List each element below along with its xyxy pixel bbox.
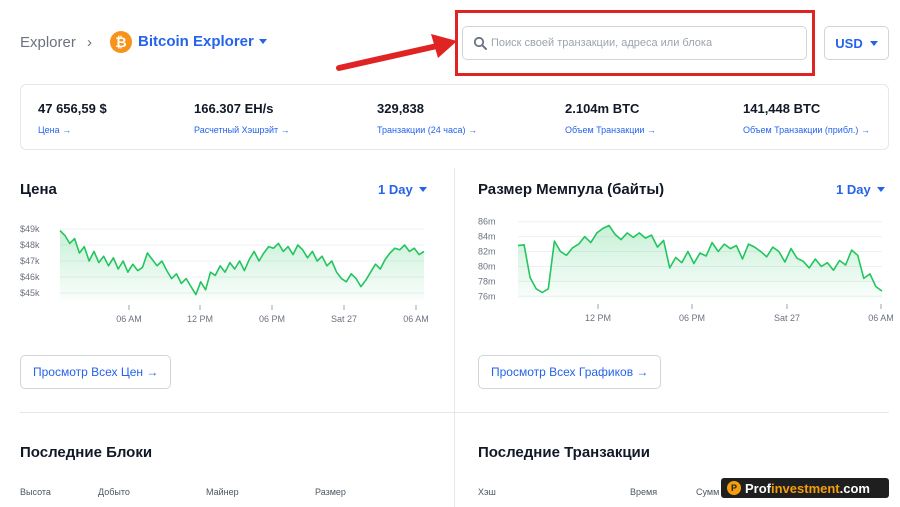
search-input[interactable] — [491, 27, 801, 59]
price-chart: $49k $48k $47k $46k $45k 06 AM 12 PM 06 PM Sat 2… — [20, 224, 429, 324]
x-tick-label: 12 PM — [187, 314, 213, 324]
red-arrow-annotation — [336, 34, 457, 71]
explorer-selector-label: Bitcoin Explorer — [138, 33, 254, 50]
x-tick-label: 06 PM — [679, 313, 705, 323]
column-header-mined: Добыто — [98, 487, 130, 497]
mempool-chart: 86m 84m 82m 80m 78m 76m 12 PM 06 PM Sat 27 06 AM — [478, 217, 894, 323]
y-tick-label: 78m — [478, 276, 496, 286]
watermark-part2: investment — [771, 480, 840, 496]
stat-link[interactable]: Объем Транзакции → — [565, 125, 656, 135]
stat-value: 329,838 — [377, 101, 424, 116]
stat-hashrate: 166.307 EH/s Расчетный Хэшрэйт → — [194, 101, 290, 135]
price-range-selector[interactable]: 1 Day — [378, 182, 427, 197]
stat-value: 166.307 EH/s — [194, 101, 274, 116]
stat-link[interactable]: Цена → — [38, 125, 107, 135]
mempool-range-selector[interactable]: 1 Day — [836, 182, 885, 197]
search-icon — [473, 36, 487, 50]
y-tick-label: 84m — [478, 232, 496, 242]
stat-price: 47 656,59 $ Цена → — [38, 101, 107, 135]
x-tick-label: 12 PM — [585, 313, 611, 323]
stat-value: 2.104m BTC — [565, 101, 640, 116]
stat-transactions: 329,838 Транзакции (24 часа) → — [377, 101, 477, 135]
currency-label: USD — [835, 35, 863, 51]
column-header-height: Высота — [20, 487, 51, 497]
stats-bar: 47 656,59 $ Цена → 166.307 EH/s Расчетны… — [20, 84, 889, 150]
watermark-logo-icon: P — [727, 481, 741, 495]
stat-volume-approx: 141,448 BTC Объем Транзакции (прибл.) → — [743, 101, 870, 135]
x-tick-label: 06 AM — [116, 314, 142, 324]
chevron-down-icon — [876, 187, 885, 192]
x-tick-label: Sat 27 — [774, 313, 800, 323]
watermark: P Profinvestment.com — [721, 478, 889, 498]
y-tick-label: 82m — [478, 247, 496, 257]
stat-value: 47 656,59 $ — [38, 101, 107, 116]
watermark-part3: .com — [839, 480, 870, 496]
x-tick-label: 06 AM — [403, 314, 429, 324]
y-tick-label: $48k — [20, 240, 40, 250]
latest-blocks-title: Последние Блоки — [20, 444, 153, 461]
y-tick-label: 80m — [478, 261, 496, 271]
header: Explorer › ₿ Bitcoin Explorer USD — [0, 0, 900, 84]
price-panel-title: Цена — [20, 181, 57, 198]
y-tick-label: $49k — [20, 224, 40, 234]
stat-link[interactable]: Расчетный Хэшрэйт → — [194, 125, 290, 135]
chevron-down-icon — [869, 40, 878, 46]
column-header-hash: Хэш — [478, 487, 496, 497]
column-header-size: Размер — [315, 487, 346, 497]
chevron-down-icon — [258, 39, 267, 44]
view-all-prices-button[interactable]: Просмотр Всех Цен → — [20, 355, 172, 389]
y-tick-label: $47k — [20, 256, 40, 266]
y-tick-label: $45k — [20, 288, 40, 298]
view-all-charts-button[interactable]: Просмотр Всех Графиков → — [478, 355, 662, 389]
y-tick-label: $46k — [20, 272, 40, 282]
explorer-selector[interactable]: Bitcoin Explorer — [138, 33, 267, 50]
y-tick-label: 86m — [478, 217, 496, 227]
currency-selector[interactable]: USD — [824, 26, 889, 60]
x-tick-label: 06 PM — [259, 314, 285, 324]
x-tick-label: Sat 27 — [331, 314, 357, 324]
price-range-label: 1 Day — [378, 182, 413, 197]
mempool-panel-title: Размер Мемпула (байты) — [478, 181, 665, 198]
latest-transactions-title: Последние Транзакции — [478, 444, 651, 461]
stat-value: 141,448 BTC — [743, 101, 821, 116]
x-tick-label: 06 AM — [868, 313, 894, 323]
watermark-text: Profinvestment.com — [745, 481, 870, 496]
chevron-down-icon — [418, 187, 427, 192]
stat-volume: 2.104m BTC Объем Транзакции → — [565, 101, 656, 135]
mempool-range-label: 1 Day — [836, 182, 871, 197]
bitcoin-logo-icon: ₿ — [110, 31, 132, 53]
stat-link[interactable]: Транзакции (24 часа) → — [377, 125, 477, 135]
breadcrumb-separator: › — [87, 34, 92, 51]
column-header-amount: Сумм — [696, 487, 720, 497]
breadcrumb-explorer[interactable]: Explorer — [20, 34, 76, 51]
panel-divider — [454, 168, 455, 507]
y-tick-label: 76m — [478, 291, 496, 301]
column-header-miner: Майнер — [206, 487, 239, 497]
watermark-part1: Prof — [745, 480, 771, 496]
section-divider — [20, 412, 889, 413]
search-box[interactable] — [462, 26, 807, 60]
column-header-time: Время — [630, 487, 658, 497]
stat-link[interactable]: Объем Транзакции (прибл.) → — [743, 125, 870, 135]
